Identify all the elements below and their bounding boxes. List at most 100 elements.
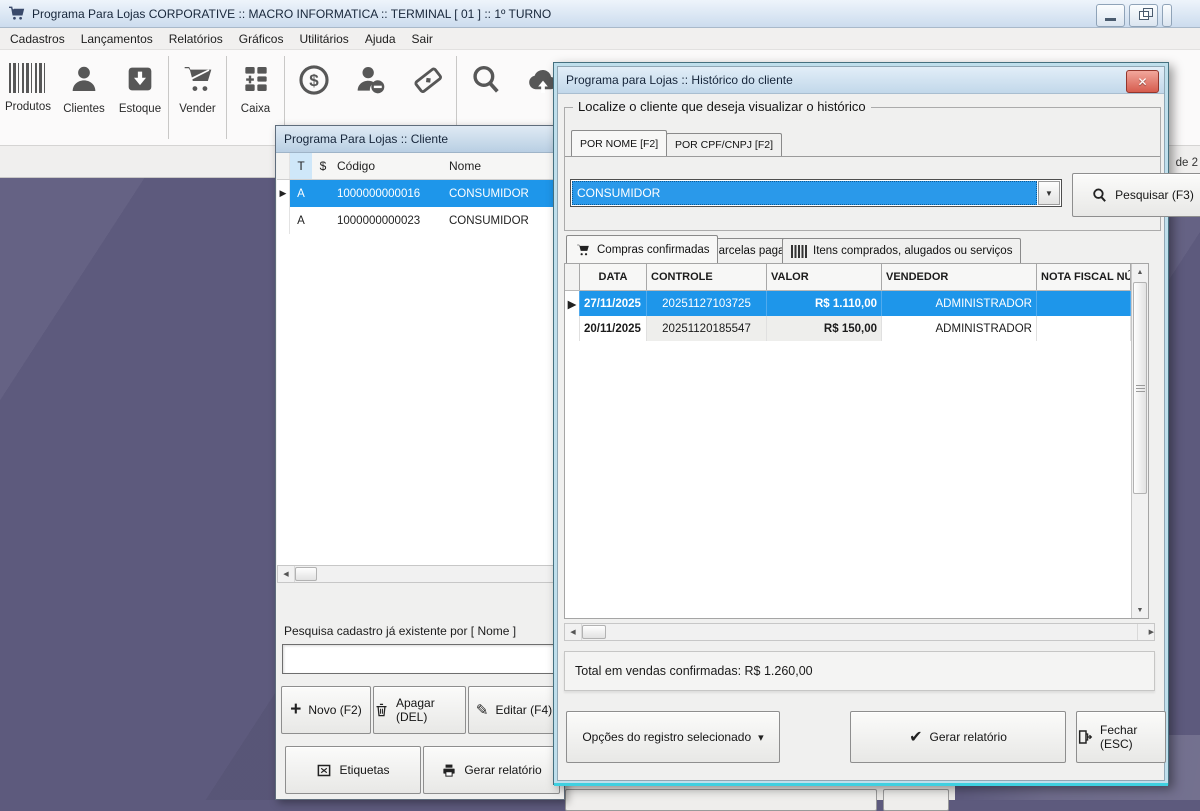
check-icon: ✔ [909, 727, 922, 747]
scroll-up-arrow[interactable]: ▲ [1132, 264, 1148, 280]
cliente-search-input[interactable] [282, 644, 558, 674]
toolbar-label: Estoque [119, 103, 161, 115]
column-header-t[interactable]: T [290, 153, 312, 179]
cell-nota [1037, 291, 1131, 316]
toolbar-produtos-button[interactable]: Produtos [0, 50, 56, 145]
app-logo-icon [8, 6, 25, 21]
cart-icon [575, 243, 591, 257]
scroll-right-arrow[interactable]: ▶ [1137, 624, 1154, 640]
cliente-table-row[interactable]: A 1000000000023 CONSUMIDOR [277, 207, 562, 234]
toolbar-clientes-button[interactable]: Clientes [56, 50, 112, 145]
historico-titlebar[interactable]: Programa para Lojas :: Histórico do clie… [558, 67, 1164, 94]
cliente-table: T $ Código Nome ▶ A 1000000000016 CONSUM… [277, 153, 563, 565]
button-label: Pesquisar (F3) [1115, 188, 1194, 202]
toolbar-label: Clientes [63, 103, 105, 115]
cell-controle: 20251120185547 [647, 316, 767, 341]
trash-icon [374, 702, 389, 718]
label-box-icon [316, 763, 332, 778]
cliente-gerar-relatorio-button[interactable]: Gerar relatório [423, 746, 560, 794]
cliente-search-label: Pesquisa cadastro já existente por [ Nom… [284, 624, 516, 638]
groupbox-label: Localize o cliente que deseja visualizar… [573, 99, 871, 114]
column-header-data[interactable]: DATA [580, 264, 647, 290]
opcoes-registro-button[interactable]: Opções do registro selecionado ▾ [566, 711, 780, 763]
minimize-button[interactable] [1096, 4, 1125, 27]
column-header-vendedor[interactable]: VENDEDOR [882, 264, 1037, 290]
historico-window: Programa para Lojas :: Histórico do clie… [553, 62, 1169, 785]
cliente-table-row[interactable]: ▶ A 1000000000016 CONSUMIDOR [277, 180, 562, 207]
column-header-money[interactable]: $ [312, 153, 334, 179]
menu-item-sair[interactable]: Sair [404, 32, 441, 46]
button-label: Gerar relatório [930, 730, 1007, 744]
scroll-thumb[interactable] [1133, 282, 1147, 494]
etiquetas-button[interactable]: Etiquetas [285, 746, 421, 794]
cell-money [312, 207, 334, 234]
pesquisar-button[interactable]: Pesquisar (F3) [1072, 173, 1200, 217]
column-header-nota-fiscal[interactable]: NOTA FISCAL NÚMERO [1037, 264, 1131, 290]
scroll-down-arrow[interactable]: ▼ [1132, 602, 1148, 618]
historico-table-row[interactable]: 20/11/2025 20251120185547 R$ 150,00 ADMI… [565, 316, 1131, 341]
combobox-value: CONSUMIDOR [572, 181, 1037, 205]
cell-nome: CONSUMIDOR [446, 207, 562, 234]
close-button-clipped[interactable] [1162, 4, 1172, 27]
button-label: Etiquetas [339, 763, 389, 777]
tab-compras-confirmadas[interactable]: Compras confirmadas [566, 235, 718, 263]
historico-horizontal-scrollbar[interactable]: ◀ ▶ [564, 623, 1155, 641]
menu-item-relatorios[interactable]: Relatórios [161, 32, 231, 46]
cell-tipo: A [290, 180, 312, 207]
row-marker [277, 207, 290, 234]
column-header-nome[interactable]: Nome [446, 153, 562, 179]
coin-dollar-icon: $ [296, 63, 332, 97]
scroll-thumb[interactable] [582, 625, 606, 639]
scroll-left-arrow[interactable]: ◀ [278, 566, 295, 582]
row-marker [565, 316, 580, 341]
menu-item-graficos[interactable]: Gráficos [231, 32, 292, 46]
background-window-fragment [557, 785, 955, 800]
menu-item-lancamentos[interactable]: Lançamentos [73, 32, 161, 46]
combobox-dropdown-button[interactable]: ▼ [1038, 181, 1060, 205]
cliente-combobox[interactable]: CONSUMIDOR ▼ [570, 179, 1062, 207]
toolbar-vender-button[interactable]: Vender [169, 50, 226, 145]
exit-door-icon [1077, 729, 1093, 745]
historico-table-row[interactable]: ▶ 27/11/2025 20251127103725 R$ 1.110,00 … [565, 291, 1131, 316]
tab-itens-comprados[interactable]: Itens comprados, alugados ou serviços [782, 238, 1021, 263]
cliente-window: Programa Para Lojas :: Cliente T $ Códig… [275, 125, 565, 800]
menu-item-ajuda[interactable]: Ajuda [357, 32, 404, 46]
toolbar-estoque-button[interactable]: Estoque [112, 50, 168, 145]
fechar-button[interactable]: Fechar (ESC) [1076, 711, 1166, 763]
historico-close-button[interactable]: ✕ [1126, 70, 1159, 93]
fragment-button [883, 789, 949, 811]
tab-por-nome[interactable]: POR NOME [F2] [571, 130, 667, 156]
cell-money [312, 180, 334, 207]
novo-button[interactable]: + Novo (F2) [281, 686, 371, 734]
column-header-controle[interactable]: CONTROLE [647, 264, 767, 290]
tab-label: Itens comprados, alugados ou serviços [813, 245, 1012, 257]
cell-data: 20/11/2025 [580, 316, 647, 341]
tab-label: POR NOME [F2] [580, 138, 658, 150]
restore-button[interactable] [1129, 4, 1158, 27]
fragment-button [565, 789, 877, 811]
apagar-button[interactable]: Apagar (DEL) [373, 686, 466, 734]
cell-codigo: 1000000000016 [334, 180, 446, 207]
scroll-thumb[interactable] [295, 567, 317, 581]
button-label: Fechar (ESC) [1100, 723, 1165, 751]
historico-gerar-relatorio-button[interactable]: ✔ Gerar relatório [850, 711, 1066, 763]
cliente-horizontal-scrollbar[interactable]: ◀ [277, 565, 563, 583]
cell-codigo: 1000000000023 [334, 207, 446, 234]
menu-item-utilitarios[interactable]: Utilitários [291, 32, 356, 46]
cell-nome: CONSUMIDOR [446, 180, 562, 207]
historico-vertical-scrollbar[interactable]: ▲ ▼ [1131, 264, 1148, 618]
main-menubar: Cadastros Lançamentos Relatórios Gráfico… [0, 28, 1200, 50]
column-header-valor[interactable]: VALOR [767, 264, 882, 290]
column-header-codigo[interactable]: Código [334, 153, 446, 179]
scroll-left-arrow[interactable]: ◀ [565, 624, 582, 640]
cliente-titlebar[interactable]: Programa Para Lojas :: Cliente [276, 126, 564, 153]
calculator-icon [239, 63, 273, 95]
cliente-window-title: Programa Para Lojas :: Cliente [284, 132, 448, 146]
restore-icon [1139, 11, 1149, 20]
menu-item-cadastros[interactable]: Cadastros [2, 32, 73, 46]
total-bar: Total em vendas confirmadas: R$ 1.260,00 [564, 651, 1155, 691]
tab-por-cpf-cnpj[interactable]: POR CPF/CNPJ [F2] [666, 133, 782, 156]
pencil-icon: ✎ [476, 701, 489, 719]
box-down-arrow-icon [123, 63, 157, 95]
editar-button[interactable]: ✎ Editar (F4) [468, 686, 560, 734]
